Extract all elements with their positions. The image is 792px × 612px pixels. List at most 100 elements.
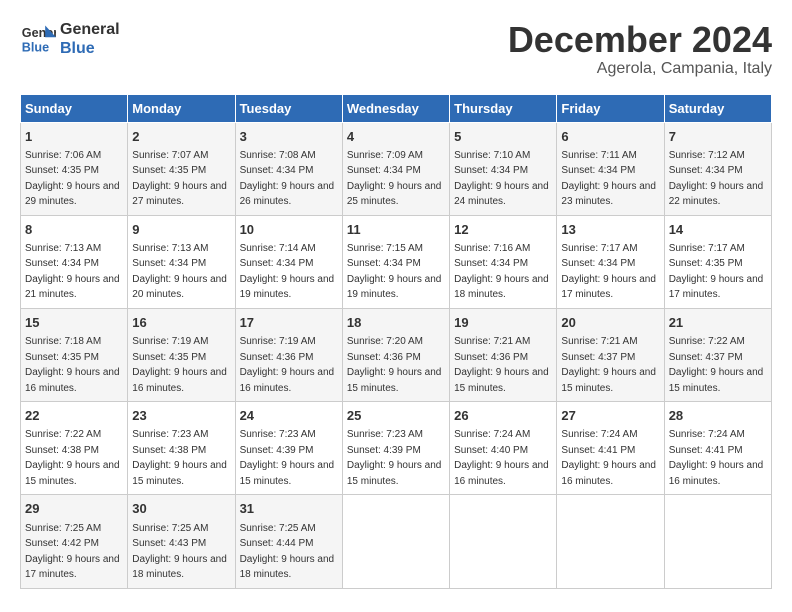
day-cell: 10 Sunrise: 7:14 AMSunset: 4:34 PMDaylig… — [235, 215, 342, 308]
header-day-wednesday: Wednesday — [342, 94, 449, 122]
week-row-5: 29 Sunrise: 7:25 AMSunset: 4:42 PMDaylig… — [21, 495, 772, 588]
day-cell: 29 Sunrise: 7:25 AMSunset: 4:42 PMDaylig… — [21, 495, 128, 588]
day-cell: 24 Sunrise: 7:23 AMSunset: 4:39 PMDaylig… — [235, 402, 342, 495]
day-number: 7 — [669, 128, 767, 146]
day-cell: 27 Sunrise: 7:24 AMSunset: 4:41 PMDaylig… — [557, 402, 664, 495]
day-cell: 5 Sunrise: 7:10 AMSunset: 4:34 PMDayligh… — [450, 122, 557, 215]
day-info: Sunrise: 7:14 AMSunset: 4:34 PMDaylight:… — [240, 243, 335, 301]
week-row-1: 1 Sunrise: 7:06 AMSunset: 4:35 PMDayligh… — [21, 122, 772, 215]
week-row-3: 15 Sunrise: 7:18 AMSunset: 4:35 PMDaylig… — [21, 308, 772, 401]
day-cell — [557, 495, 664, 588]
month-title: December 2024 — [508, 20, 772, 60]
day-info: Sunrise: 7:24 AMSunset: 4:41 PMDaylight:… — [669, 429, 764, 487]
day-info: Sunrise: 7:22 AMSunset: 4:38 PMDaylight:… — [25, 429, 120, 487]
header-day-saturday: Saturday — [664, 94, 771, 122]
day-number: 2 — [132, 128, 230, 146]
day-number: 28 — [669, 407, 767, 425]
day-info: Sunrise: 7:11 AMSunset: 4:34 PMDaylight:… — [561, 150, 656, 208]
day-cell: 7 Sunrise: 7:12 AMSunset: 4:34 PMDayligh… — [664, 122, 771, 215]
header-day-friday: Friday — [557, 94, 664, 122]
day-info: Sunrise: 7:16 AMSunset: 4:34 PMDaylight:… — [454, 243, 549, 301]
day-info: Sunrise: 7:19 AMSunset: 4:35 PMDaylight:… — [132, 336, 227, 394]
day-number: 17 — [240, 314, 338, 332]
day-info: Sunrise: 7:23 AMSunset: 4:39 PMDaylight:… — [240, 429, 335, 487]
day-cell: 6 Sunrise: 7:11 AMSunset: 4:34 PMDayligh… — [557, 122, 664, 215]
header-row: SundayMondayTuesdayWednesdayThursdayFrid… — [21, 94, 772, 122]
day-info: Sunrise: 7:20 AMSunset: 4:36 PMDaylight:… — [347, 336, 442, 394]
day-info: Sunrise: 7:25 AMSunset: 4:44 PMDaylight:… — [240, 523, 335, 581]
day-number: 18 — [347, 314, 445, 332]
day-cell: 23 Sunrise: 7:23 AMSunset: 4:38 PMDaylig… — [128, 402, 235, 495]
header-day-tuesday: Tuesday — [235, 94, 342, 122]
day-info: Sunrise: 7:23 AMSunset: 4:39 PMDaylight:… — [347, 429, 442, 487]
day-cell: 26 Sunrise: 7:24 AMSunset: 4:40 PMDaylig… — [450, 402, 557, 495]
title-block: December 2024 Agerola, Campania, Italy — [508, 20, 772, 78]
header-day-thursday: Thursday — [450, 94, 557, 122]
day-cell: 28 Sunrise: 7:24 AMSunset: 4:41 PMDaylig… — [664, 402, 771, 495]
svg-text:Blue: Blue — [22, 41, 49, 55]
day-cell: 25 Sunrise: 7:23 AMSunset: 4:39 PMDaylig… — [342, 402, 449, 495]
day-number: 22 — [25, 407, 123, 425]
day-info: Sunrise: 7:24 AMSunset: 4:41 PMDaylight:… — [561, 429, 656, 487]
day-info: Sunrise: 7:23 AMSunset: 4:38 PMDaylight:… — [132, 429, 227, 487]
day-number: 16 — [132, 314, 230, 332]
week-row-2: 8 Sunrise: 7:13 AMSunset: 4:34 PMDayligh… — [21, 215, 772, 308]
day-info: Sunrise: 7:10 AMSunset: 4:34 PMDaylight:… — [454, 150, 549, 208]
day-number: 24 — [240, 407, 338, 425]
day-cell: 31 Sunrise: 7:25 AMSunset: 4:44 PMDaylig… — [235, 495, 342, 588]
day-cell: 9 Sunrise: 7:13 AMSunset: 4:34 PMDayligh… — [128, 215, 235, 308]
day-number: 5 — [454, 128, 552, 146]
day-number: 25 — [347, 407, 445, 425]
day-number: 10 — [240, 221, 338, 239]
header-day-monday: Monday — [128, 94, 235, 122]
day-cell: 16 Sunrise: 7:19 AMSunset: 4:35 PMDaylig… — [128, 308, 235, 401]
day-cell: 20 Sunrise: 7:21 AMSunset: 4:37 PMDaylig… — [557, 308, 664, 401]
day-info: Sunrise: 7:18 AMSunset: 4:35 PMDaylight:… — [25, 336, 120, 394]
day-number: 23 — [132, 407, 230, 425]
day-info: Sunrise: 7:08 AMSunset: 4:34 PMDaylight:… — [240, 150, 335, 208]
day-info: Sunrise: 7:07 AMSunset: 4:35 PMDaylight:… — [132, 150, 227, 208]
day-cell: 17 Sunrise: 7:19 AMSunset: 4:36 PMDaylig… — [235, 308, 342, 401]
day-number: 1 — [25, 128, 123, 146]
day-number: 31 — [240, 500, 338, 518]
day-number: 29 — [25, 500, 123, 518]
day-info: Sunrise: 7:09 AMSunset: 4:34 PMDaylight:… — [347, 150, 442, 208]
day-info: Sunrise: 7:21 AMSunset: 4:37 PMDaylight:… — [561, 336, 656, 394]
logo-line1: General — [60, 20, 120, 39]
day-number: 20 — [561, 314, 659, 332]
day-cell — [664, 495, 771, 588]
day-info: Sunrise: 7:12 AMSunset: 4:34 PMDaylight:… — [669, 150, 764, 208]
day-cell: 13 Sunrise: 7:17 AMSunset: 4:34 PMDaylig… — [557, 215, 664, 308]
day-number: 12 — [454, 221, 552, 239]
day-info: Sunrise: 7:17 AMSunset: 4:35 PMDaylight:… — [669, 243, 764, 301]
logo: General Blue General Blue — [20, 20, 120, 58]
day-info: Sunrise: 7:21 AMSunset: 4:36 PMDaylight:… — [454, 336, 549, 394]
day-cell — [450, 495, 557, 588]
day-number: 19 — [454, 314, 552, 332]
day-info: Sunrise: 7:13 AMSunset: 4:34 PMDaylight:… — [132, 243, 227, 301]
day-cell: 2 Sunrise: 7:07 AMSunset: 4:35 PMDayligh… — [128, 122, 235, 215]
day-cell: 18 Sunrise: 7:20 AMSunset: 4:36 PMDaylig… — [342, 308, 449, 401]
day-cell: 11 Sunrise: 7:15 AMSunset: 4:34 PMDaylig… — [342, 215, 449, 308]
day-cell: 3 Sunrise: 7:08 AMSunset: 4:34 PMDayligh… — [235, 122, 342, 215]
logo-line2: Blue — [60, 39, 120, 58]
day-number: 11 — [347, 221, 445, 239]
day-info: Sunrise: 7:13 AMSunset: 4:34 PMDaylight:… — [25, 243, 120, 301]
header-day-sunday: Sunday — [21, 94, 128, 122]
week-row-4: 22 Sunrise: 7:22 AMSunset: 4:38 PMDaylig… — [21, 402, 772, 495]
day-number: 30 — [132, 500, 230, 518]
calendar-header: SundayMondayTuesdayWednesdayThursdayFrid… — [21, 94, 772, 122]
logo-icon: General Blue — [20, 21, 56, 57]
day-number: 4 — [347, 128, 445, 146]
day-cell — [342, 495, 449, 588]
day-cell: 15 Sunrise: 7:18 AMSunset: 4:35 PMDaylig… — [21, 308, 128, 401]
day-number: 8 — [25, 221, 123, 239]
day-number: 26 — [454, 407, 552, 425]
calendar-body: 1 Sunrise: 7:06 AMSunset: 4:35 PMDayligh… — [21, 122, 772, 588]
day-info: Sunrise: 7:25 AMSunset: 4:42 PMDaylight:… — [25, 523, 120, 581]
day-number: 15 — [25, 314, 123, 332]
day-number: 9 — [132, 221, 230, 239]
day-cell: 30 Sunrise: 7:25 AMSunset: 4:43 PMDaylig… — [128, 495, 235, 588]
page-header: General Blue General Blue December 2024 … — [20, 20, 772, 78]
day-cell: 22 Sunrise: 7:22 AMSunset: 4:38 PMDaylig… — [21, 402, 128, 495]
